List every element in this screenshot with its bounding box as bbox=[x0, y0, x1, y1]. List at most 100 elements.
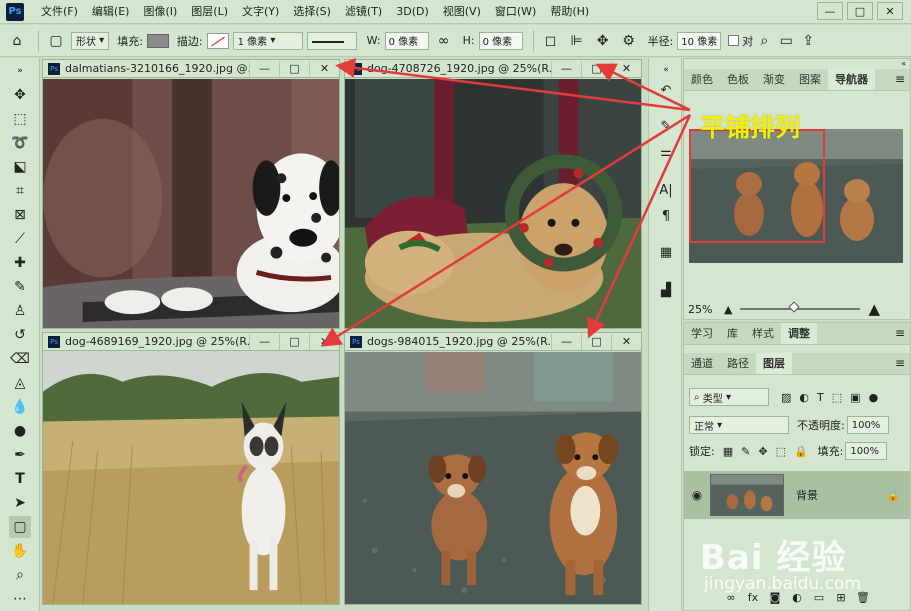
path-selection-tool-icon[interactable]: ➤ bbox=[9, 492, 31, 514]
menu-select[interactable]: 选择(S) bbox=[286, 0, 338, 24]
menu-window[interactable]: 窗口(W) bbox=[488, 0, 543, 24]
menu-layer[interactable]: 图层(L) bbox=[184, 0, 235, 24]
pen-tool-icon[interactable]: ✒ bbox=[9, 444, 31, 466]
lock-all-icon[interactable]: 🔒 bbox=[794, 445, 808, 458]
doc-maximize-button[interactable]: □ bbox=[581, 60, 611, 77]
stroke-swatch[interactable] bbox=[206, 32, 229, 49]
doc-maximize-button[interactable]: □ bbox=[279, 333, 309, 350]
fill-swatch[interactable] bbox=[146, 33, 169, 48]
menu-edit[interactable]: 编辑(E) bbox=[85, 0, 137, 24]
zoom-out-icon[interactable]: ▲ bbox=[724, 303, 732, 316]
filter-type-icon[interactable]: T bbox=[817, 391, 824, 404]
brush-tool-icon[interactable]: ✎ bbox=[9, 276, 31, 298]
paint-bucket-tool-icon[interactable]: ◬ bbox=[9, 372, 31, 394]
shape-mode-select[interactable]: 形状 ▾ bbox=[71, 31, 110, 50]
workspace-icon[interactable]: ▭ bbox=[775, 30, 797, 52]
panel-menu-icon[interactable]: ≡ bbox=[895, 72, 905, 86]
menu-3d[interactable]: 3D(D) bbox=[389, 0, 436, 24]
document-canvas[interactable] bbox=[43, 352, 339, 604]
zoom-tool-icon[interactable]: ⌕ bbox=[9, 564, 31, 586]
doc-close-button[interactable]: ✕ bbox=[309, 333, 339, 350]
history-icon[interactable]: ↶ bbox=[656, 80, 676, 100]
doc-maximize-button[interactable]: □ bbox=[279, 60, 309, 77]
doc-close-button[interactable]: ✕ bbox=[611, 60, 641, 77]
layer-filter-select[interactable]: ⌕ 类型 ▾ bbox=[689, 388, 769, 406]
align-edges-checkbox[interactable] bbox=[728, 35, 740, 46]
menu-help[interactable]: 帮助(H) bbox=[543, 0, 596, 24]
document-window-dog-4689169[interactable]: Ps dog-4689169_1920.jpg @ 25%(R... — □ ✕ bbox=[42, 332, 340, 605]
marquee-tool-icon[interactable]: ⬚ bbox=[9, 108, 31, 130]
radius-input[interactable]: 10 像素 bbox=[677, 31, 722, 50]
home-icon[interactable]: ⌂ bbox=[6, 30, 28, 52]
doc-close-button[interactable]: ✕ bbox=[309, 60, 339, 77]
search-icon[interactable]: ⌕ bbox=[753, 30, 775, 52]
panel-collapse-icon[interactable]: « bbox=[684, 59, 910, 69]
lock-image-icon[interactable]: ✎ bbox=[741, 445, 750, 458]
filter-shape-icon[interactable]: ⬚ bbox=[832, 391, 842, 404]
lock-position-icon[interactable]: ✥ bbox=[758, 445, 767, 458]
tab-navigator[interactable]: 导航器 bbox=[828, 69, 875, 90]
blend-mode-select[interactable]: 正常 ▾ bbox=[689, 416, 789, 434]
rectangle-tool-icon[interactable]: ▢ bbox=[9, 516, 31, 538]
zoom-value[interactable]: 25% bbox=[688, 303, 724, 316]
document-tab[interactable]: Ps dog-4708726_1920.jpg @ 25%(R... — □ ✕ bbox=[345, 60, 641, 78]
tab-adjustments[interactable]: 调整 bbox=[781, 323, 817, 344]
maximize-button[interactable]: □ bbox=[847, 2, 873, 20]
minimize-button[interactable]: — bbox=[817, 2, 843, 20]
tab-styles[interactable]: 样式 bbox=[745, 323, 781, 344]
filter-adjustment-icon[interactable]: ◐ bbox=[799, 391, 809, 404]
doc-close-button[interactable]: ✕ bbox=[611, 333, 641, 350]
doc-minimize-button[interactable]: — bbox=[249, 333, 279, 350]
zoom-slider[interactable] bbox=[740, 301, 861, 313]
opacity-input[interactable]: 100% bbox=[846, 416, 889, 434]
panel-menu-icon[interactable]: ≡ bbox=[895, 326, 905, 340]
filter-smart-object-icon[interactable]: ▣ bbox=[850, 391, 860, 404]
brush-settings-icon[interactable]: ✎ bbox=[656, 116, 676, 136]
document-canvas[interactable] bbox=[345, 79, 641, 328]
document-tab[interactable]: Ps dog-4689169_1920.jpg @ 25%(R... — □ ✕ bbox=[43, 333, 339, 351]
fill-input[interactable]: 100% bbox=[845, 442, 888, 460]
navigator-preview[interactable] bbox=[689, 129, 903, 263]
healing-brush-tool-icon[interactable]: ✚ bbox=[9, 252, 31, 274]
zoom-in-icon[interactable]: ▲ bbox=[868, 300, 880, 318]
glyphs-icon[interactable]: ▦ bbox=[656, 242, 676, 262]
path-arrangement-icon[interactable]: ✥ bbox=[592, 30, 614, 52]
collapse-toolbar-icon[interactable]: » bbox=[9, 60, 31, 82]
doc-minimize-button[interactable]: — bbox=[551, 60, 581, 77]
link-icon[interactable]: ∞ bbox=[433, 30, 455, 52]
dodge-tool-icon[interactable]: ● bbox=[9, 420, 31, 442]
tab-patterns[interactable]: 图案 bbox=[792, 69, 828, 90]
width-input[interactable]: 0 像素 bbox=[384, 31, 429, 50]
menu-type[interactable]: 文字(Y) bbox=[235, 0, 286, 24]
tab-libraries[interactable]: 库 bbox=[720, 323, 745, 344]
path-alignment-icon[interactable]: ⊫ bbox=[566, 30, 588, 52]
tab-gradients[interactable]: 渐变 bbox=[756, 69, 792, 90]
layer-background[interactable]: ◉ 背景 🔒 bbox=[684, 471, 910, 519]
gear-icon[interactable]: ⚙ bbox=[618, 30, 640, 52]
tab-color[interactable]: 颜色 bbox=[684, 69, 720, 90]
document-window-dogs-984015[interactable]: Ps dogs-984015_1920.jpg @ 25%(R... — □ ✕ bbox=[344, 332, 642, 605]
eyedropper-tool-icon[interactable]: ⟋ bbox=[9, 228, 31, 250]
tab-layers[interactable]: 图层 bbox=[756, 353, 792, 374]
type-tool-icon[interactable]: T bbox=[9, 468, 31, 490]
hand-tool-icon[interactable]: ✋ bbox=[9, 540, 31, 562]
tab-channels[interactable]: 通道 bbox=[684, 353, 720, 374]
clone-stamp-tool-icon[interactable]: ♙ bbox=[9, 300, 31, 322]
stroke-width-select[interactable]: 1 像素 ▾ bbox=[232, 31, 303, 50]
close-button[interactable]: ✕ bbox=[877, 2, 903, 20]
object-select-tool-icon[interactable]: ⬕ bbox=[9, 156, 31, 178]
tab-swatches[interactable]: 色板 bbox=[720, 69, 756, 90]
frame-tool-icon[interactable]: ⊠ bbox=[9, 204, 31, 226]
filter-pixel-icon[interactable]: ▨ bbox=[781, 391, 791, 404]
share-icon[interactable]: ⇪ bbox=[797, 30, 819, 52]
menu-view[interactable]: 视图(V) bbox=[436, 0, 488, 24]
eye-icon[interactable]: ◉ bbox=[684, 488, 710, 502]
document-tab[interactable]: Ps dogs-984015_1920.jpg @ 25%(R... — □ ✕ bbox=[345, 333, 641, 351]
document-tab[interactable]: Ps dalmatians-3210166_1920.jpg @... — □ … bbox=[43, 60, 339, 78]
document-canvas[interactable] bbox=[43, 79, 339, 328]
character-icon[interactable]: A| bbox=[656, 180, 676, 200]
paragraph-icon[interactable]: ¶ bbox=[656, 206, 676, 226]
doc-minimize-button[interactable]: — bbox=[249, 60, 279, 77]
menu-image[interactable]: 图像(I) bbox=[136, 0, 184, 24]
menu-file[interactable]: 文件(F) bbox=[34, 0, 85, 24]
